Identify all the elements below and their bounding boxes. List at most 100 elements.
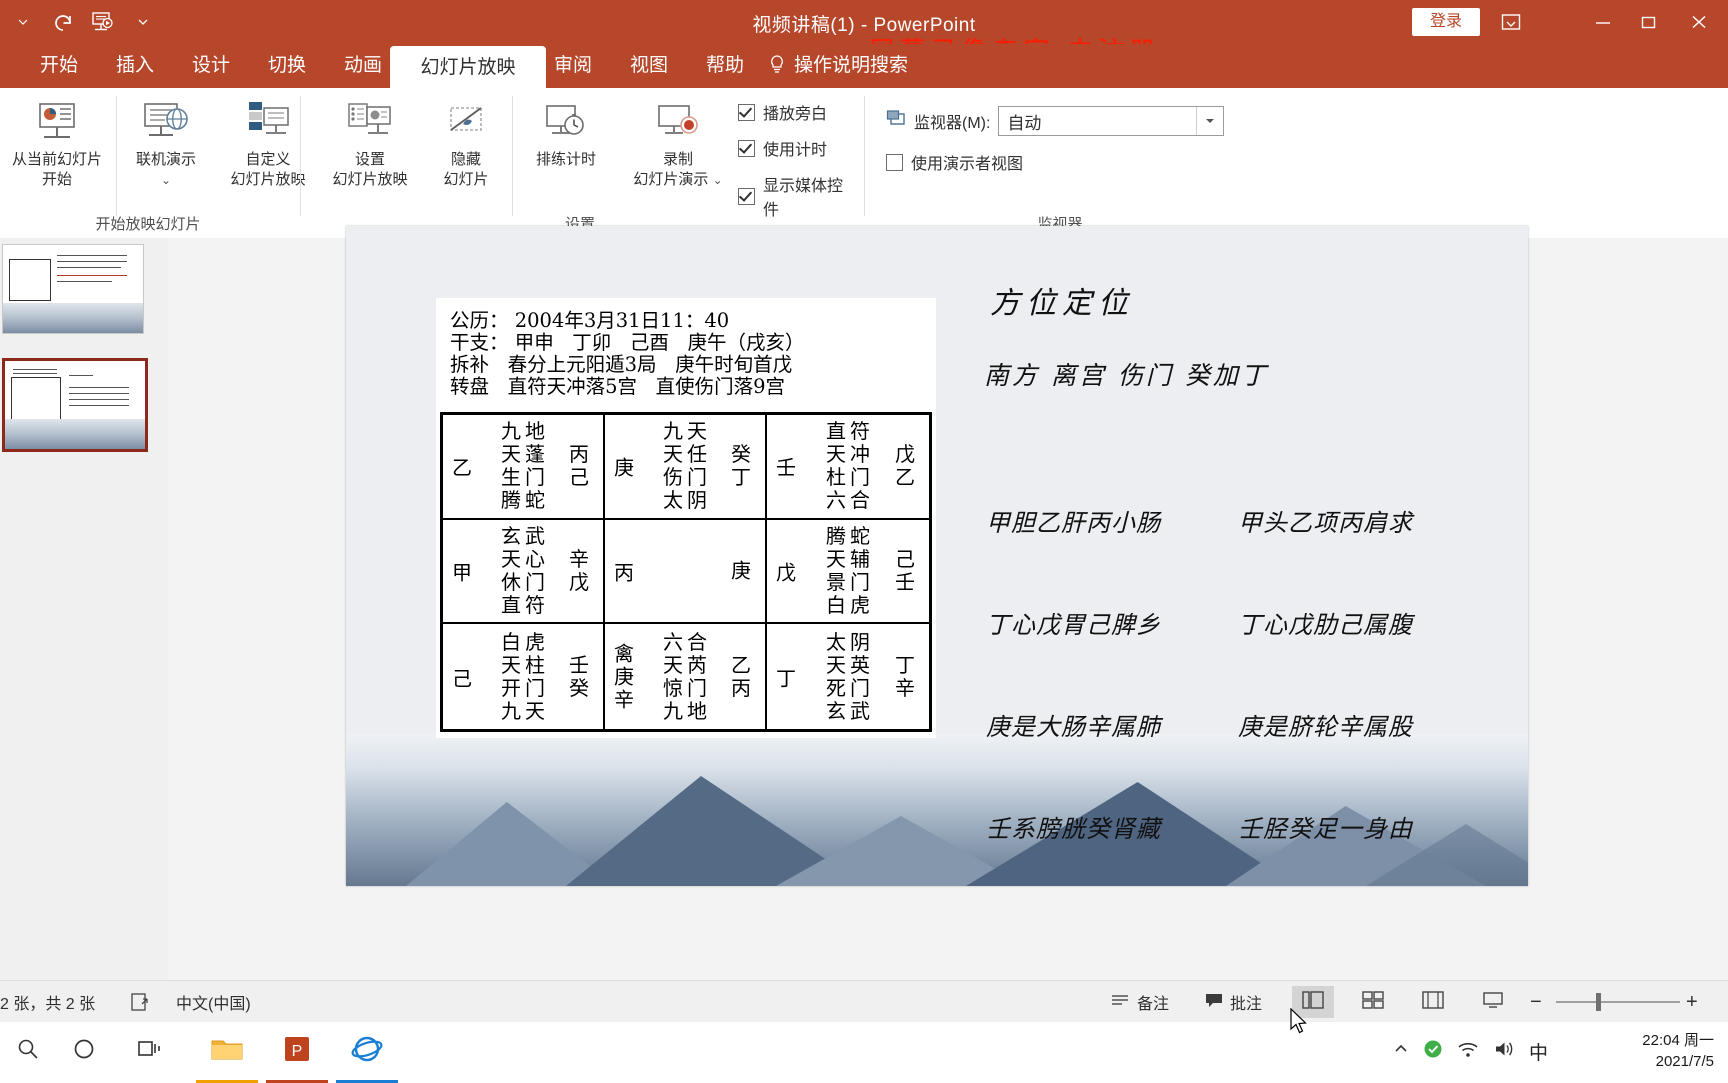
slide-sorter-view-button[interactable] [1352, 986, 1394, 1018]
qimen-cell-3-mid: 直 天 杜 六 符 冲 门 合 [826, 420, 870, 512]
present-online-button[interactable]: 联机演示 ⌄ [120, 94, 212, 190]
right-panel-verses: 甲胆乙肝丙小肠 甲头乙项丙肩求 丁心戊胃己脾乡 丁心戊肋己属腹 庚是大肠辛属肺 … [986, 438, 1490, 886]
qimen-cell-8-left: 禽 庚 辛 [614, 641, 634, 712]
play-narrations-checkbox[interactable]: 播放旁白 [738, 100, 827, 124]
language-status[interactable]: 中文(中国) [176, 981, 251, 1023]
checkbox-box [738, 139, 755, 157]
restore-icon[interactable] [1632, 8, 1666, 36]
volume-icon[interactable] [1493, 1040, 1515, 1063]
qimen-cell-5-left: 丙 [614, 560, 634, 585]
taskbar-clock[interactable]: 22:04 周一 2021/7/5 [1642, 1030, 1714, 1072]
taskbar: P 中 22:04 周一 2021/7/5 [0, 1022, 1728, 1083]
workspace: 公历： 2004年3月31日11：40 干支： 甲申 丁卯 己酉 庚午（戌亥） … [0, 226, 1728, 980]
record-slideshow-button[interactable]: 录制 幻灯片演示 ⌄ [620, 94, 736, 190]
ribbon: 从当前幻灯片 开始 联机演示 ⌄ 自定义 幻灯片放映 开始放映幻灯片 设置 幻灯… [0, 88, 1728, 239]
slide-thumbnail-2[interactable] [2, 358, 148, 452]
zoom-out-button[interactable]: − [1530, 981, 1542, 1023]
slide-sorter-icon [1362, 990, 1384, 1014]
qimen-cell-4-left: 甲 [452, 560, 472, 585]
present-online-label: 联机演示 [135, 151, 196, 168]
present-from-current-icon [2, 94, 112, 146]
slideshow-view-button[interactable] [1472, 986, 1514, 1018]
notes-label: 备注 [1137, 996, 1170, 1013]
ribbon-group-start-slideshow: 从当前幻灯片 开始 联机演示 ⌄ 自定义 幻灯片放映 开始放映幻灯片 [0, 88, 306, 238]
qimen-cell-3-mid-col1: 直 天 杜 六 [826, 419, 846, 513]
system-tray: 中 [1393, 1022, 1548, 1080]
monitor-label: 监视器(M): [914, 115, 991, 132]
chart-header-line-1: 公历： 2004年3月31日11：40 [450, 309, 730, 332]
qimen-cell-1-left: 乙 [452, 455, 472, 480]
qimen-cell-6-mid-col1: 腾 天 景 白 [826, 523, 846, 617]
slide-thumbnail-pane[interactable] [0, 238, 169, 980]
wifi-icon[interactable] [1457, 1040, 1479, 1063]
ribbon-display-options-icon[interactable] [1494, 8, 1528, 36]
verse-2-left: 丁心戊胃己脾乡 [986, 611, 1161, 639]
use-presenter-view-label: 使用演示者视图 [911, 156, 1024, 173]
reading-view-button[interactable] [1412, 986, 1454, 1018]
comments-button[interactable]: 批注 [1205, 981, 1262, 1023]
accessibility-icon[interactable] [130, 981, 150, 1023]
status-bar: 2 张，共 2 张 中文(中国) 备注 批注 − + [0, 980, 1728, 1023]
chevron-down-icon[interactable] [1196, 107, 1223, 135]
use-timings-checkbox[interactable]: 使用计时 [738, 136, 827, 160]
taskbar-cortana-button[interactable] [56, 1022, 112, 1080]
folder-icon [210, 1035, 244, 1068]
zoom-slider[interactable] [1556, 1001, 1680, 1003]
qimen-cell-2-left: 庚 [614, 455, 634, 480]
tell-me-box[interactable]: 操作说明搜索 [752, 44, 924, 88]
current-slide[interactable]: 公历： 2004年3月31日11：40 干支： 甲申 丁卯 己酉 庚午（戌亥） … [346, 226, 1528, 886]
taskbar-task-view-button[interactable] [122, 1022, 178, 1080]
mouse-cursor [1290, 1007, 1308, 1036]
sign-in-button[interactable]: 登录 [1411, 8, 1480, 36]
chart-header-line-4: 转盘 直符天冲落5宫 直使伤门落9宫 [450, 375, 786, 398]
verse-4-left: 壬系膀胱癸肾藏 [986, 815, 1161, 843]
ime-indicator[interactable]: 中 [1529, 1038, 1548, 1065]
zoom-slider-handle[interactable] [1596, 993, 1601, 1011]
show-hidden-icons-icon[interactable] [1393, 1042, 1409, 1061]
monitor-select[interactable]: 自动 [998, 106, 1225, 136]
verse-1-left: 甲胆乙肝丙小肠 [986, 509, 1161, 537]
notes-button[interactable]: 备注 [1110, 981, 1169, 1023]
taskbar-internet-explorer-button[interactable] [336, 1022, 398, 1083]
ribbon-group-monitors: 监视器(M): 自动 使用演示者视图 监视器 [868, 88, 1252, 238]
setup-slideshow-button[interactable]: 设置 幻灯片放映 [314, 94, 426, 190]
close-icon[interactable] [1682, 8, 1716, 36]
qimen-cell-9-mid-col1: 太 天 死 玄 [826, 629, 846, 723]
play-narrations-label: 播放旁白 [763, 106, 828, 123]
record-slideshow-label: 录制 幻灯片演示 [633, 151, 709, 188]
hide-slide-button[interactable]: 隐藏 幻灯片 [424, 94, 508, 190]
taskbar-file-explorer-button[interactable] [196, 1022, 258, 1083]
taskbar-powerpoint-button[interactable]: P [266, 1022, 328, 1083]
security-icon[interactable] [1423, 1039, 1443, 1064]
qimen-cell-7-right: 壬 癸 [569, 652, 589, 700]
use-presenter-view-checkbox[interactable]: 使用演示者视图 [886, 150, 1023, 174]
qimen-cell-9-right: 丁 辛 [895, 652, 915, 700]
qimen-cell-2-mid: 九 天 伤 太 天 任 门 阴 [663, 420, 707, 512]
present-online-icon [120, 94, 212, 146]
slideshow-view-icon [1482, 991, 1504, 1014]
minimize-icon[interactable] [1586, 8, 1620, 36]
chevron-down-icon[interactable]: ⌄ [713, 173, 723, 187]
qimen-cell-5-right: 庚 [731, 558, 751, 583]
notes-icon [1110, 992, 1130, 1013]
qimen-cell-1: 乙 九 天 生 腾 地 蓬 门 蛇 丙 己 [443, 415, 605, 520]
rehearse-timings-button[interactable]: 排练计时 [516, 94, 616, 170]
taskbar-search-button[interactable] [0, 1022, 56, 1080]
zoom-in-button[interactable]: + [1686, 981, 1698, 1023]
verse-row-2: 丁心戊胃己脾乡 丁心戊肋己属腹 [986, 608, 1490, 642]
qimen-cell-4-mid-col1: 玄 天 休 直 [501, 523, 521, 617]
slide-thumbnail-1[interactable] [2, 244, 144, 334]
qimen-cell-1-right: 丙 己 [569, 442, 589, 490]
present-from-current-label: 从当前幻灯片 开始 [11, 151, 102, 188]
qimen-cell-8-mid: 六 天 惊 九 合 芮 门 地 [663, 630, 707, 723]
clock-time: 22:04 周一 [1642, 1032, 1714, 1049]
present-from-current-button[interactable]: 从当前幻灯片 开始 [2, 94, 112, 190]
qimen-cell-2-mid-col2: 天 任 门 阴 [687, 419, 707, 513]
monitor-icon [886, 109, 906, 133]
verse-4-right: 壬胫癸足一身由 [1238, 815, 1413, 843]
qimen-cell-7: 己 白 天 开 九 虎 柱 门 天 壬 癸 [443, 624, 605, 729]
qimen-cell-7-mid: 白 天 开 九 虎 柱 门 天 [501, 629, 545, 723]
qimen-cell-7-mid-col1: 白 天 开 九 [501, 629, 521, 723]
checkbox-box [886, 153, 903, 171]
chevron-down-icon[interactable]: ⌄ [120, 170, 212, 190]
